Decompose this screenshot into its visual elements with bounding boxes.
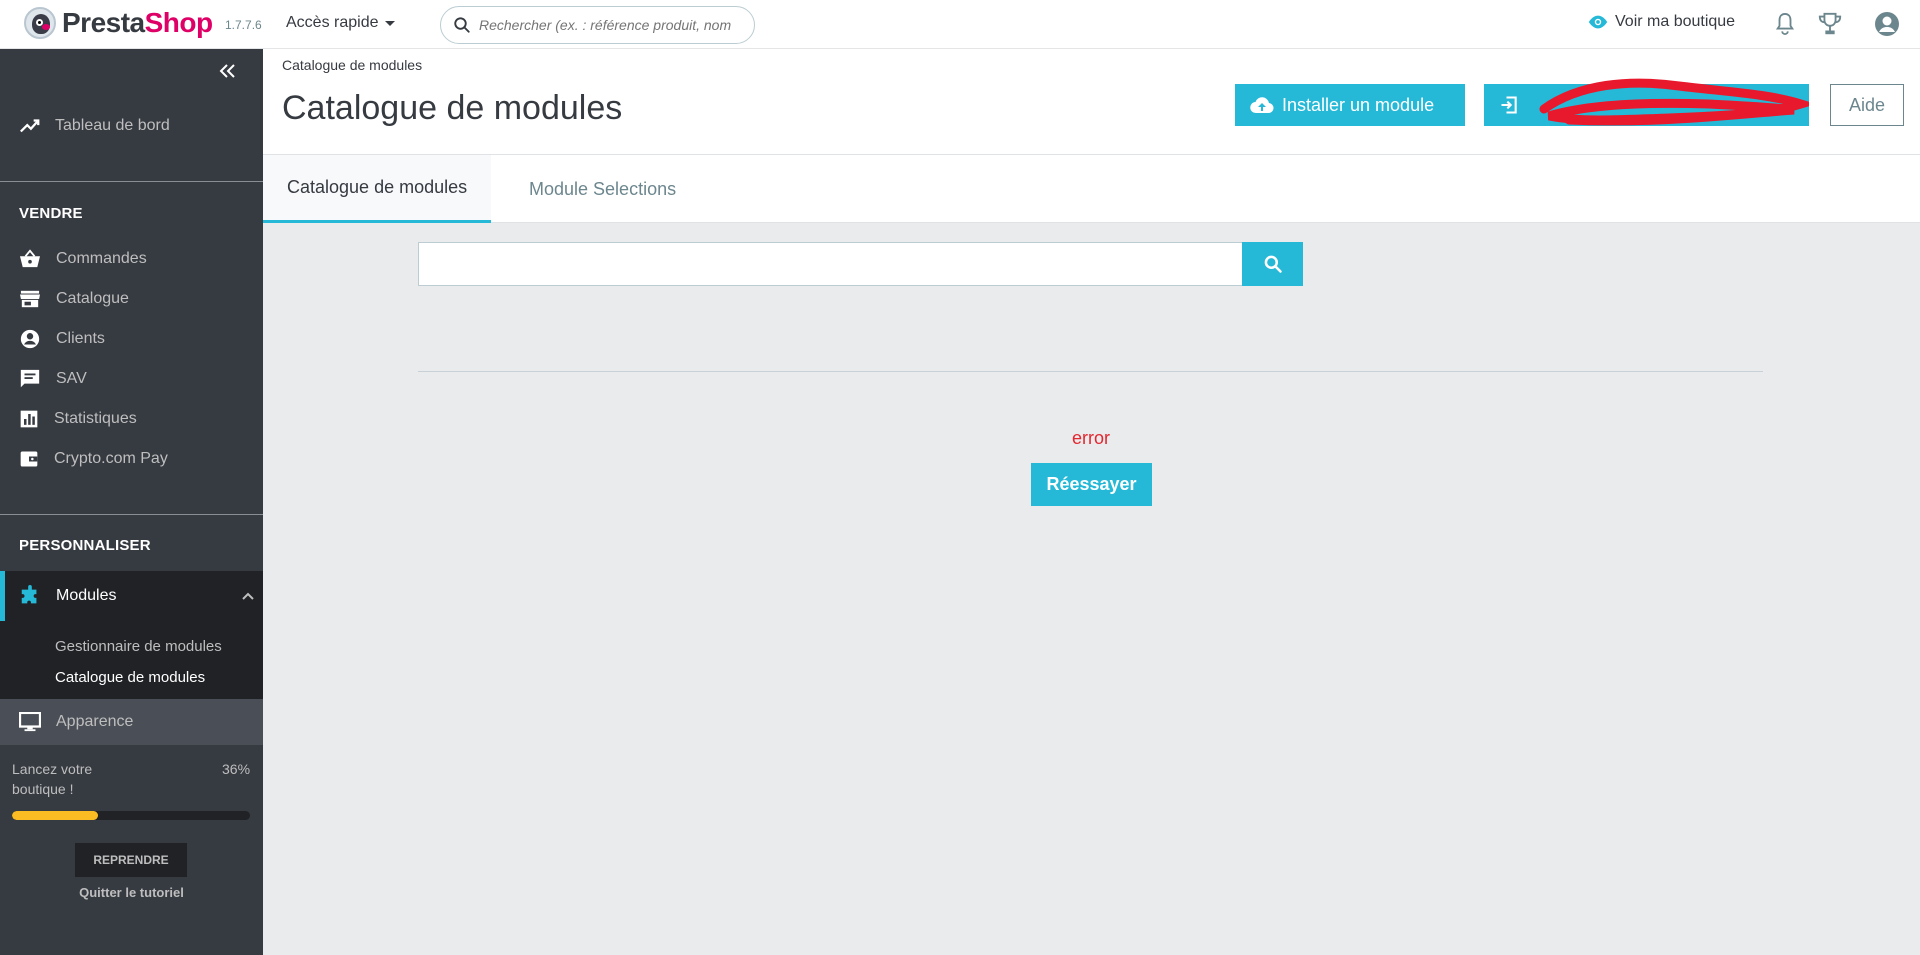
sidebar-item-label: Tableau de bord <box>55 117 170 134</box>
redaction-scribble <box>1539 78 1809 126</box>
resume-tutorial-button[interactable]: REPRENDRE <box>75 843 187 877</box>
view-shop-label: Voir ma boutique <box>1615 13 1736 30</box>
page-header: Catalogue de modules Catalogue de module… <box>263 49 1920 155</box>
logo-text: PrestaShop <box>62 7 213 39</box>
wallet-icon <box>20 451 38 467</box>
error-message: error <box>1071 428 1110 448</box>
cloud-upload-icon <box>1250 97 1274 114</box>
onboarding-percent: 36% <box>222 761 251 777</box>
header-search[interactable] <box>440 6 755 44</box>
section-title-customize: PERSONNALISER <box>19 537 151 554</box>
trophy-icon[interactable] <box>1817 11 1843 42</box>
sidebar-item-catalog[interactable]: Catalogue <box>0 279 263 319</box>
sidebar-divider <box>0 514 263 515</box>
catalog-search-input[interactable] <box>418 242 1244 286</box>
prestashop-logo-icon <box>24 7 56 39</box>
puzzle-icon <box>21 585 37 604</box>
sidebar-item-label: Statistiques <box>54 410 137 427</box>
quick-access-label: Accès rapide <box>286 14 379 31</box>
connect-button[interactable] <box>1484 78 1809 126</box>
quit-tutorial-link[interactable]: Quitter le tutoriel <box>0 885 263 900</box>
collapse-sidebar-icon[interactable] <box>218 63 238 84</box>
sidebar-item-orders[interactable]: Commandes <box>0 239 263 279</box>
sidebar-item-label: SAV <box>56 370 87 387</box>
user-account-icon[interactable] <box>1873 10 1901 43</box>
logo-text-presta: Presta <box>62 7 145 38</box>
sidebar-item-dashboard[interactable]: Tableau de bord <box>0 106 263 146</box>
modules-submenu: Gestionnaire de modules Catalogue de mod… <box>0 621 263 699</box>
search-icon <box>1264 255 1282 273</box>
basket-icon <box>20 249 40 268</box>
store-icon <box>20 290 40 308</box>
breadcrumb[interactable]: Catalogue de modules <box>282 57 422 73</box>
logo[interactable]: PrestaShop <box>24 7 213 39</box>
sidebar-item-label: Crypto.com Pay <box>54 450 168 467</box>
chevron-up-icon <box>242 592 254 600</box>
sidebar-item-label: Modules <box>56 587 117 604</box>
install-module-button[interactable]: Installer un module <box>1235 84 1465 126</box>
chat-icon <box>20 369 40 388</box>
bar-chart-icon <box>20 410 38 428</box>
onboarding-progress-fill <box>12 811 98 820</box>
sidebar-item-label: Apparence <box>56 713 134 730</box>
onboarding-text: Lancez votre boutique ! <box>12 761 93 797</box>
bell-icon[interactable] <box>1774 11 1796 42</box>
help-button[interactable]: Aide <box>1830 84 1904 126</box>
logo-text-shop: Shop <box>144 7 214 38</box>
sidebar-item-label: Clients <box>56 330 105 347</box>
catalog-search-button[interactable] <box>1242 242 1303 286</box>
sidebar-item-modules[interactable]: Modules <box>0 571 263 621</box>
retry-button[interactable]: Réessayer <box>1031 463 1152 506</box>
quick-access-dropdown[interactable]: Accès rapide <box>286 14 395 32</box>
account-circle-icon <box>20 329 40 349</box>
sidebar-item-label: Catalogue <box>56 290 129 307</box>
monitor-icon <box>19 712 41 732</box>
view-shop-link[interactable]: Voir ma boutique <box>1587 13 1735 31</box>
submenu-item-module-manager[interactable]: Gestionnaire de modules <box>55 638 222 655</box>
eye-icon <box>1588 15 1608 29</box>
submenu-item-module-catalog[interactable]: Catalogue de modules <box>55 669 205 686</box>
caret-down-icon <box>384 20 395 26</box>
top-header: PrestaShop 1.7.7.6 Accès rapide Voir ma … <box>0 0 1920 49</box>
search-icon <box>454 17 470 33</box>
tab-module-catalog[interactable]: Catalogue de modules <box>263 155 492 223</box>
tab-bar: Catalogue de modules Module Selections <box>263 155 1920 223</box>
header-search-input[interactable] <box>479 17 749 33</box>
page-title: Catalogue de modules <box>282 89 623 127</box>
sidebar-item-appearance[interactable]: Apparence <box>0 699 263 745</box>
install-module-label: Installer un module <box>1282 94 1435 115</box>
trending-up-icon <box>20 119 40 133</box>
sidebar-item-customers[interactable]: Clients <box>0 319 263 359</box>
sidebar-divider <box>0 181 263 182</box>
content-divider <box>418 371 1763 372</box>
version-label: 1.7.7.6 <box>225 18 262 32</box>
sidebar-item-label: Commandes <box>56 250 147 267</box>
sidebar: Tableau de bord VENDRE Commandes Catalog… <box>0 49 263 955</box>
onboarding-progress-bar <box>12 811 250 820</box>
tab-module-selections[interactable]: Module Selections <box>505 155 700 223</box>
sidebar-item-sav[interactable]: SAV <box>0 359 263 399</box>
section-title-sell: VENDRE <box>19 205 83 222</box>
login-icon <box>1501 96 1517 114</box>
